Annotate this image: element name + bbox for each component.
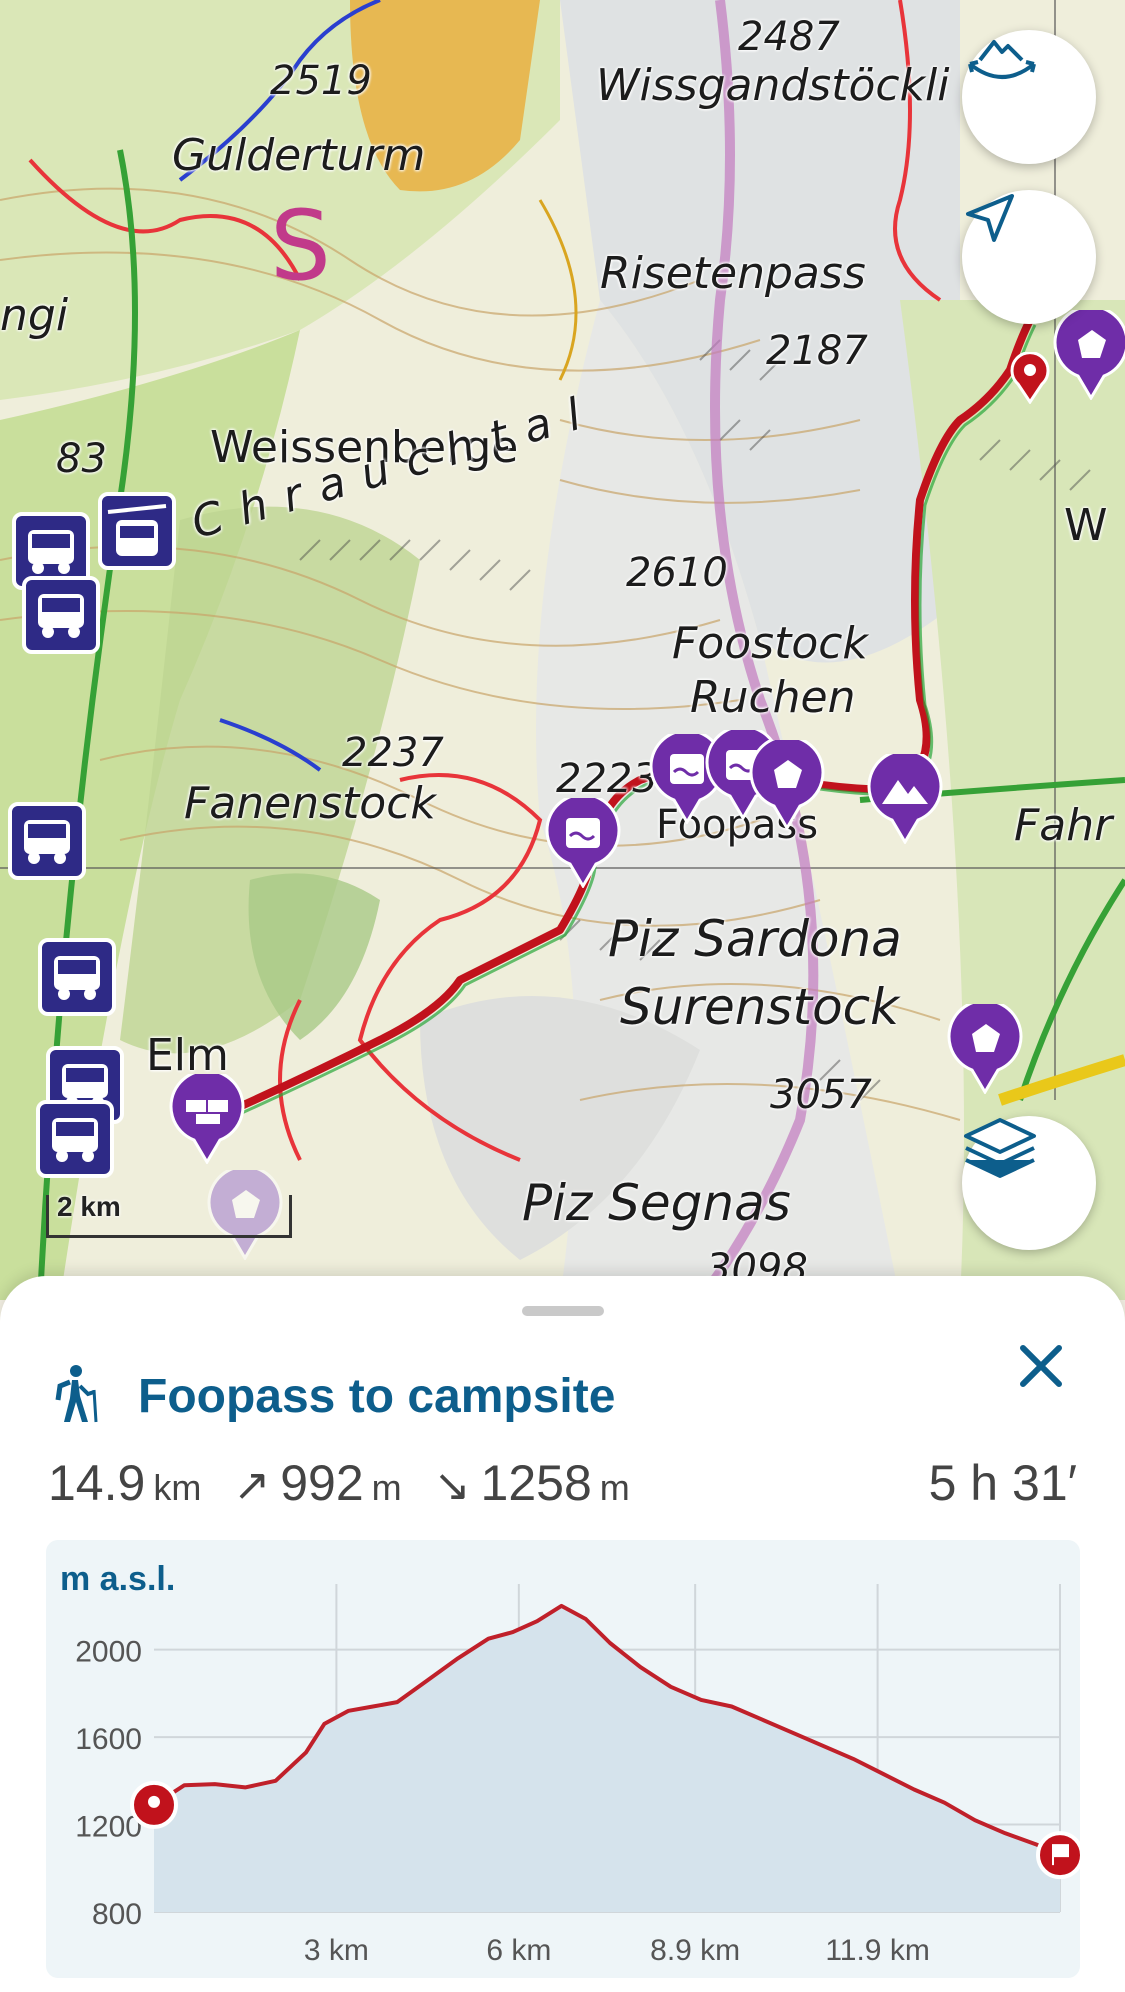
close-button[interactable] <box>1001 1328 1081 1408</box>
map-elevation-2187: 2187 <box>766 328 868 374</box>
view-3d-button[interactable] <box>962 30 1096 164</box>
route-title: Foopass to campsite <box>138 1369 616 1423</box>
poi-hut-icon[interactable] <box>168 1074 246 1164</box>
map-elevation-2610: 2610 <box>626 550 728 596</box>
map-label-fahr: Fahr <box>1014 800 1113 851</box>
location-pin-icon[interactable] <box>130 1780 178 1829</box>
x-tick-label: 8.9 km <box>650 1934 740 1967</box>
map-label-foostock: Foostock <box>672 618 868 669</box>
map-elevation-83: 83 <box>56 436 107 482</box>
map-label-surenstock: Surenstock <box>620 978 900 1036</box>
poi-viewpoint-icon[interactable] <box>748 740 826 830</box>
bus-stop-icon[interactable] <box>36 1100 114 1178</box>
map-layers-button[interactable] <box>962 1116 1096 1250</box>
topo-map[interactable]: Wissgandstöckli 2487 2519 Gulderturm S n… <box>0 0 1125 1300</box>
map-label-piz-sardona: Piz Sardona <box>608 910 902 968</box>
y-tick-label: 2000 <box>75 1636 142 1669</box>
elevation-area <box>154 1605 1060 1912</box>
finish-flag-icon[interactable] <box>1036 1831 1084 1880</box>
map-label-risetenpass: Risetenpass <box>600 248 866 299</box>
close-icon <box>1019 1344 1063 1393</box>
map-label-fanenstock: Fanenstock <box>184 778 436 829</box>
poi-viewpoint-icon[interactable] <box>946 1004 1024 1094</box>
map-scale-bar: 2 km <box>46 1191 292 1238</box>
map-elevation-2487: 2487 <box>738 14 840 60</box>
descent-unit: m <box>599 1467 630 1508</box>
bus-stop-icon[interactable] <box>38 938 116 1016</box>
x-tick-label: 11.9 km <box>825 1934 930 1967</box>
poi-viewpoint-icon[interactable] <box>1052 310 1125 400</box>
elevation-profile-chart[interactable]: m a.s.l. 800 1200 1600 2000 3 km 6 km 8.9 km 11.… <box>46 1540 1084 1978</box>
hiking-icon <box>50 1364 102 1429</box>
poi-lake-icon[interactable] <box>544 798 622 888</box>
map-elevation-2223: 2223 <box>556 756 658 802</box>
route-start-pin-icon[interactable] <box>1010 352 1050 404</box>
map-label-ingi: ngi <box>0 290 69 341</box>
ascent-arrow-icon: ↗ <box>233 1461 271 1510</box>
descent-value: 1258 <box>480 1455 592 1511</box>
map-elevation-2237: 2237 <box>342 730 444 776</box>
map-elevation-2519: 2519 <box>270 58 372 104</box>
bus-stop-icon[interactable] <box>8 802 86 880</box>
map-label-wissgandstockli: Wissgandstöckli <box>596 60 950 111</box>
x-tick-label: 6 km <box>486 1934 551 1967</box>
map-label-gulderturm: Gulderturm <box>172 130 426 181</box>
route-stats: 14.9 km ↗ 992 m ↘ 1258 m 5 h 31′ <box>48 1454 1077 1524</box>
map-label-piz-segnas: Piz Segnas <box>522 1174 791 1232</box>
map-label-s: S <box>270 190 331 302</box>
y-axis-label: m a.s.l. <box>60 1560 175 1598</box>
ascent-unit: m <box>371 1467 402 1508</box>
map-elevation-3057: 3057 <box>770 1072 872 1118</box>
poi-mountain-icon[interactable] <box>866 754 944 844</box>
map-label-w: W <box>1064 500 1108 551</box>
y-tick-label: 1600 <box>75 1723 142 1756</box>
y-tick-label: 1200 <box>75 1811 142 1844</box>
locate-me-button[interactable] <box>962 190 1096 324</box>
descent-arrow-icon: ↘ <box>433 1461 471 1510</box>
sheet-drag-handle[interactable] <box>522 1306 604 1316</box>
bus-stop-icon[interactable] <box>22 576 100 654</box>
map-label-ruchen: Ruchen <box>690 672 856 723</box>
elevation-chart-svg: m a.s.l. 800 1200 1600 2000 3 km 6 km 8.9 km 11.… <box>60 1560 1084 1967</box>
scale-label: 2 km <box>57 1191 121 1222</box>
distance-value: 14.9 <box>48 1455 146 1511</box>
y-tick-label: 800 <box>92 1898 142 1931</box>
cable-car-icon[interactable] <box>98 492 176 570</box>
route-details-sheet: Foopass to campsite 14.9 km ↗ 992 m ↘ 12… <box>0 1276 1125 1992</box>
distance-unit: km <box>153 1467 202 1508</box>
ascent-value: 992 <box>280 1455 364 1511</box>
x-tick-label: 3 km <box>304 1934 369 1967</box>
duration-value: 5 h 31′ <box>928 1455 1077 1511</box>
route-header: Foopass to campsite <box>50 1356 615 1436</box>
